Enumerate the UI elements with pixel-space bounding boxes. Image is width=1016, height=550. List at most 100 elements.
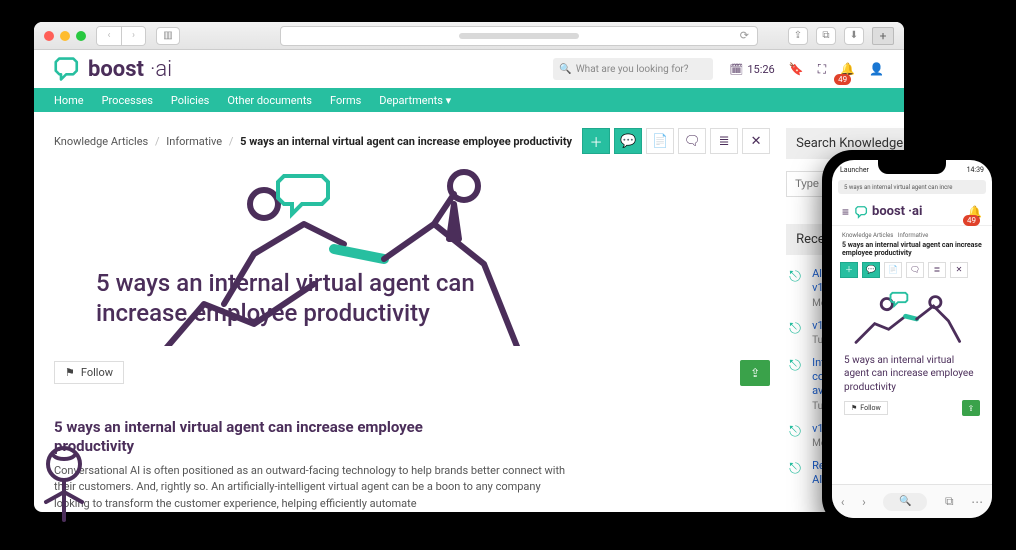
phone-search-button[interactable]: 🔍 <box>883 493 927 511</box>
phone-follow-bar: ⚑ Follow ⇪ <box>832 394 992 422</box>
tools-icon[interactable]: ✕ <box>742 128 770 154</box>
share-icon: ⇪ <box>750 366 760 380</box>
global-search[interactable]: 🔍 What are you looking for? <box>553 58 713 80</box>
tools-icon[interactable]: ✕ <box>950 262 968 278</box>
article-title: 5 ways an internal virtual agent can inc… <box>96 268 516 328</box>
list-icon[interactable]: ≣ <box>710 128 738 154</box>
phone-url-bar[interactable]: 5 ways an internal virtual agent can inc… <box>838 180 986 194</box>
nav-forms[interactable]: Forms <box>330 94 361 107</box>
main-column: Knowledge Articles / Informative / 5 way… <box>54 128 770 512</box>
clock-widget[interactable]: 🗓 15:26 <box>729 63 774 76</box>
phone-forward-icon[interactable]: › <box>862 495 866 509</box>
clock-time: 15:26 <box>747 63 774 76</box>
apps-grid-icon[interactable]: ⛶ <box>818 62 826 77</box>
browser-window: ‹ › ▥ ⟳ ⇪ ⧉ ⬇ + boost ·ai 🔍 What are you … <box>34 22 904 512</box>
breadcrumb-row: Knowledge Articles / Informative / 5 way… <box>54 128 770 154</box>
phone-notif-badge: 49 <box>963 215 980 226</box>
phone-article-title: 5 ways an internal virtual agent can inc… <box>832 354 992 395</box>
follow-button[interactable]: ⚑ Follow <box>54 361 124 384</box>
phone-screen: Launcher 14:39 5 ways an internal virtua… <box>832 160 992 518</box>
phone-header: ≡ boost·ai 🔔 49 <box>832 198 992 226</box>
menu-icon[interactable]: ≡ <box>842 205 849 219</box>
breadcrumb-category[interactable]: Informative <box>898 232 928 239</box>
article-icon: ⎋ <box>786 422 804 440</box>
sidebar-toggle[interactable]: ▥ <box>156 27 180 45</box>
notifications-icon[interactable]: 🔔 49 <box>840 62 855 76</box>
share-icon[interactable]: ⇪ <box>788 27 808 45</box>
phone-follow-button[interactable]: ⚑ Follow <box>844 401 888 415</box>
phone-hero-svg <box>842 289 982 349</box>
tabs-icon[interactable]: ⧉ <box>816 27 836 45</box>
add-button[interactable]: ＋ <box>840 262 858 278</box>
follow-label: Follow <box>860 404 880 412</box>
share-button[interactable]: ⇪ <box>740 360 770 386</box>
phone-breadcrumb: Knowledge Articles Informative 5 ways an… <box>832 226 992 260</box>
reload-icon[interactable]: ⟳ <box>740 29 749 42</box>
article-icon: ⎋ <box>786 459 804 477</box>
search-icon: 🔍 <box>559 64 571 75</box>
phone-bottom-nav: ‹ › 🔍 ⧉ ⋯ <box>832 484 992 518</box>
follow-bar: ⚑ Follow ⇪ <box>54 360 770 386</box>
phone-mock: Launcher 14:39 5 ways an internal virtua… <box>822 150 1002 528</box>
forward-button[interactable]: › <box>121 27 145 45</box>
nav-policies[interactable]: Policies <box>171 94 209 107</box>
breadcrumb-category[interactable]: Informative <box>166 135 222 148</box>
brand-suffix: ·ai <box>908 204 922 219</box>
breadcrumb-root[interactable]: Knowledge Articles <box>54 135 148 148</box>
page-actions: ＋ 💬 📄 🗨 ≣ ✕ <box>582 128 770 154</box>
add-button[interactable]: ＋ <box>582 128 610 154</box>
phone-page-actions: ＋ 💬 📄 🗨 ≣ ✕ <box>832 260 992 284</box>
status-time: 14:39 <box>967 166 984 174</box>
phone-tabs-icon[interactable]: ⧉ <box>945 494 954 509</box>
phone-url-text: 5 ways an internal virtual agent can inc… <box>844 184 952 191</box>
minimize-window-icon[interactable] <box>60 31 70 41</box>
phone-back-icon[interactable]: ‹ <box>841 495 845 509</box>
main-nav: Home Processes Policies Other documents … <box>34 88 904 112</box>
article-icon: ⎋ <box>786 319 804 337</box>
breadcrumb-current: 5 ways an internal virtual agent can inc… <box>842 241 982 258</box>
phone-notifications-icon[interactable]: 🔔 49 <box>967 205 982 219</box>
logo-icon <box>855 205 869 219</box>
brand-name: boost <box>88 57 144 82</box>
discuss-icon[interactable]: 🗨 <box>678 128 706 154</box>
maximize-window-icon[interactable] <box>76 31 86 41</box>
article-body: Conversational AI is often positioned as… <box>54 463 574 513</box>
article-subheading: 5 ways an internal virtual agent can inc… <box>54 418 474 457</box>
phone-notch <box>878 160 946 174</box>
discuss-icon[interactable]: 🗨 <box>906 262 924 278</box>
brand-suffix: ·ai <box>150 57 172 82</box>
comment-button[interactable]: 💬 <box>614 128 642 154</box>
download-icon[interactable]: ⬇ <box>844 27 864 45</box>
flag-icon: ⚑ <box>851 404 857 412</box>
nav-other-documents[interactable]: Other documents <box>227 94 312 107</box>
list-icon[interactable]: ≣ <box>928 262 946 278</box>
document-icon[interactable]: 📄 <box>646 128 674 154</box>
notif-badge: 49 <box>834 74 851 85</box>
comment-button[interactable]: 💬 <box>862 262 880 278</box>
phone-share-button[interactable]: ⇪ <box>962 400 980 416</box>
close-window-icon[interactable] <box>44 31 54 41</box>
logo-icon <box>54 55 82 83</box>
nav-processes[interactable]: Processes <box>102 94 153 107</box>
new-tab-button[interactable]: + <box>872 27 894 45</box>
nav-home[interactable]: Home <box>54 94 84 107</box>
url-bar[interactable]: ⟳ <box>280 26 758 46</box>
breadcrumb-root[interactable]: Knowledge Articles <box>842 232 893 239</box>
traffic-lights <box>44 31 86 41</box>
brand-logo[interactable]: boost ·ai <box>54 55 172 83</box>
back-button[interactable]: ‹ <box>97 27 121 45</box>
bookmark-icon[interactable]: 🔖 <box>789 62 804 76</box>
header-icons: 🗓 15:26 🔖 ⛶ 🔔 49 👤 <box>729 62 884 77</box>
brand-name: boost <box>872 204 905 219</box>
follow-label: Follow <box>81 366 113 379</box>
phone-brand-logo[interactable]: boost·ai <box>855 204 922 219</box>
flag-icon: ⚑ <box>65 366 75 379</box>
phone-menu-icon[interactable]: ⋯ <box>971 495 983 509</box>
breadcrumb: Knowledge Articles / Informative / 5 way… <box>54 135 572 148</box>
document-icon[interactable]: 📄 <box>884 262 902 278</box>
search-placeholder: What are you looking for? <box>576 64 689 75</box>
nav-departments[interactable]: Departments ▾ <box>379 94 451 107</box>
profile-avatar[interactable]: 👤 <box>869 62 884 76</box>
app-header: boost ·ai 🔍 What are you looking for? 🗓 1… <box>34 50 904 88</box>
calendar-icon: 🗓 <box>729 63 743 76</box>
